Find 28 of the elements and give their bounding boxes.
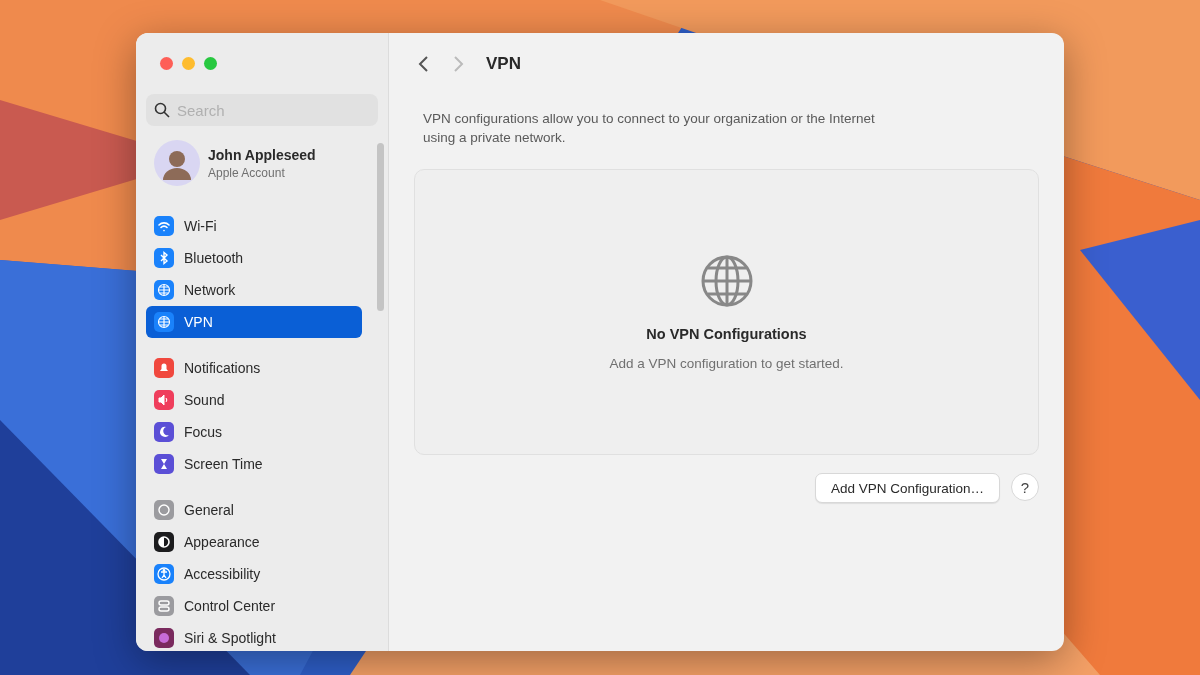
description: VPN configurations allow you to connect to your organization or the Internet using a private network.	[423, 110, 876, 147]
help-button[interactable]: ?	[1011, 473, 1039, 501]
close-button[interactable]	[160, 57, 173, 70]
sidebar-item[interactable]: Bluetooth	[146, 242, 362, 274]
sidebar-item[interactable]: Accessibility	[146, 558, 362, 590]
sidebar-item[interactable]: Network	[146, 274, 362, 306]
account-subtitle: Apple Account	[208, 165, 286, 180]
scrollbar[interactable]	[377, 143, 384, 311]
zoom-button[interactable]	[204, 57, 217, 70]
sidebar-item[interactable]: Focus	[146, 416, 362, 448]
sidebar-item[interactable]: Wi-Fi	[146, 210, 362, 242]
minimize-button[interactable]	[182, 57, 195, 70]
add-vpn-button[interactable]: Add VPN Configuration…	[814, 473, 1000, 503]
empty-subtitle: Add a VPN configuration to get started.	[609, 355, 844, 371]
sidebar-item[interactable]: Appearance	[146, 526, 362, 558]
search-icon	[154, 102, 170, 118]
account-name: John Appleseed	[208, 146, 316, 163]
sidebar-item[interactable]: Notifications	[146, 352, 362, 384]
sidebar-item[interactable]: Siri & Spotlight	[146, 622, 362, 651]
sidebar-item[interactable]: Sound	[146, 384, 362, 416]
sidebar-item[interactable]: Control Center	[146, 590, 362, 622]
sidebar-item[interactable]: General	[146, 494, 362, 526]
globe-icon	[699, 253, 754, 308]
sidebar-item[interactable]: VPN	[146, 306, 362, 338]
avatar[interactable]	[154, 140, 200, 186]
empty-title: No VPN Configurations	[646, 325, 807, 342]
window-title: VPN	[486, 54, 521, 74]
sidebar-item[interactable]: Screen Time	[146, 448, 362, 480]
